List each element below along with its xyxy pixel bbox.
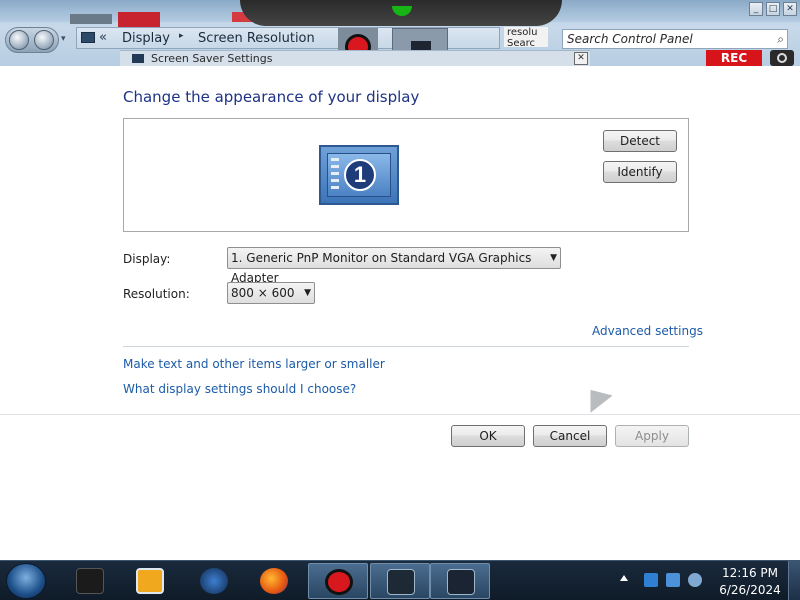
close-icon[interactable]: ✕ <box>574 52 588 65</box>
monitor-screen: 1 <box>327 153 391 197</box>
globe-icon <box>200 568 228 594</box>
window-chrome: _ □ ✕ ▾ « Display ▸ Screen Resolution re… <box>0 0 800 66</box>
monitor-icon <box>132 54 144 63</box>
back-button[interactable] <box>9 30 29 50</box>
search-icon[interactable]: ⌕ <box>777 32 784 47</box>
window-icon <box>447 569 475 595</box>
chevron-down-icon: ▼ <box>304 288 311 298</box>
cancel-button[interactable]: Cancel <box>533 425 607 447</box>
network-icon[interactable] <box>644 573 658 587</box>
monitor-number-badge: 1 <box>344 159 376 191</box>
taskbar-item-globe[interactable] <box>184 563 244 599</box>
divider <box>123 346 689 347</box>
rec-badge: REC <box>706 50 762 66</box>
clock-time[interactable]: 12:16 PM <box>718 566 782 580</box>
resolution-label: Resolution: <box>123 287 190 301</box>
show-hidden-icons-button[interactable] <box>620 575 628 581</box>
taskbar-item-terminal[interactable] <box>60 563 120 599</box>
close-button[interactable]: ✕ <box>783 2 797 16</box>
chevron-left-icon[interactable]: « <box>99 30 107 45</box>
mouse-cursor-icon <box>579 381 613 413</box>
maximize-button[interactable]: □ <box>766 2 780 16</box>
breadcrumb-display[interactable]: Display <box>122 31 170 46</box>
navigation-buttons <box>5 27 59 53</box>
breadcrumb-separator-icon[interactable]: ▸ <box>179 31 184 41</box>
record-icon <box>325 569 353 595</box>
identify-button[interactable]: Identify <box>603 161 677 183</box>
apply-button[interactable]: Apply <box>615 425 689 447</box>
page-title: Change the appearance of your display <box>123 88 420 106</box>
glitch-fragment <box>118 12 160 28</box>
forward-button[interactable] <box>34 30 54 50</box>
desktop-icons <box>331 158 339 192</box>
screen-resolution-panel: Change the appearance of your display 1 … <box>0 66 800 560</box>
chevron-down-icon: ▼ <box>550 253 557 263</box>
resolution-select[interactable]: 800 × 600 ▼ <box>227 282 315 304</box>
text-size-link[interactable]: Make text and other items larger or smal… <box>123 357 385 371</box>
clock-date[interactable]: 6/26/2024 <box>718 583 782 597</box>
taskbar-item-media-player[interactable] <box>120 563 180 599</box>
terminal-icon <box>76 568 104 594</box>
minimize-button[interactable]: _ <box>749 2 763 16</box>
monitor-1-thumbnail[interactable]: 1 <box>319 145 399 205</box>
taskbar-item-firefox[interactable] <box>244 563 304 599</box>
display-select-value: 1. Generic PnP Monitor on Standard VGA G… <box>231 251 532 285</box>
search-input[interactable]: Search Control Panel ⌕ <box>562 29 788 49</box>
volume-icon[interactable] <box>688 573 702 587</box>
resolution-select-value: 800 × 600 <box>231 286 295 300</box>
action-center-icon[interactable] <box>666 573 680 587</box>
search-placeholder: Search Control Panel <box>567 32 693 46</box>
start-button[interactable] <box>6 563 46 599</box>
camera-icon[interactable] <box>770 50 794 66</box>
screen-saver-title: Screen Saver Settings <box>151 52 273 65</box>
display-select[interactable]: 1. Generic PnP Monitor on Standard VGA G… <box>227 247 561 285</box>
display-help-link[interactable]: What display settings should I choose? <box>123 382 356 396</box>
taskbar-item-monitor[interactable] <box>430 563 490 599</box>
detect-button[interactable]: Detect <box>603 130 677 152</box>
camera-lens <box>777 53 787 63</box>
monitor-icon <box>387 569 415 595</box>
screen-saver-window-tab[interactable]: Screen Saver Settings ✕ <box>120 50 590 66</box>
glitch-fragment <box>70 14 112 24</box>
advanced-settings-link[interactable]: Advanced settings <box>592 324 703 338</box>
taskbar-item-display-settings[interactable] <box>370 563 430 599</box>
taskbar: 12:16 PM 6/26/2024 <box>0 560 800 600</box>
divider <box>0 414 800 415</box>
taskbar-item-recorder[interactable] <box>308 563 368 599</box>
recent-pages-dropdown[interactable]: ▾ <box>61 34 66 44</box>
firefox-icon <box>260 568 288 594</box>
monitor-preview-area: 1 Detect Identify <box>123 118 689 232</box>
show-desktop-button[interactable] <box>788 561 800 600</box>
ok-button[interactable]: OK <box>451 425 525 447</box>
display-label: Display: <box>123 252 171 266</box>
breadcrumb-screen-resolution[interactable]: Screen Resolution <box>198 31 315 46</box>
media-player-icon <box>136 568 164 594</box>
monitor-icon <box>81 32 95 43</box>
search-fragment: resolu Searc <box>504 27 548 47</box>
